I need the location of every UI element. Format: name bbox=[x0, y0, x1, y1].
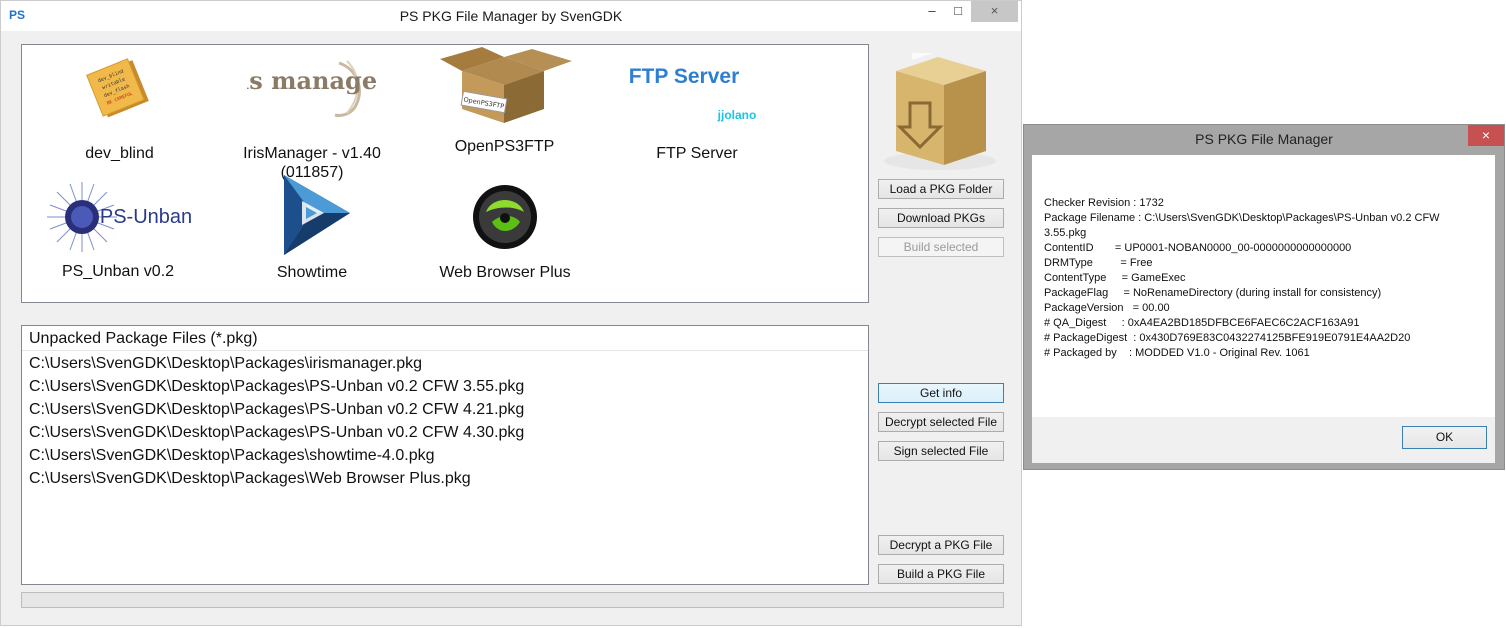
showtime-logo bbox=[284, 175, 350, 255]
build-pkg-file-button[interactable]: Build a PKG File bbox=[878, 564, 1004, 584]
tile-dev-blind[interactable]: dev_blind writable dev_flash BE CAREFUL … bbox=[62, 55, 177, 163]
get-info-button[interactable]: Get info bbox=[878, 383, 1004, 403]
ftp-logo-author: jjolano bbox=[717, 108, 757, 122]
list-item[interactable]: C:\Users\SvenGDK\Desktop\Packages\irisma… bbox=[29, 354, 422, 374]
list-item[interactable]: C:\Users\SvenGDK\Desktop\Packages\PS-Unb… bbox=[29, 377, 524, 397]
download-pkgs-button[interactable]: Download PKGs bbox=[878, 208, 1004, 228]
tile-label: Showtime bbox=[276, 264, 348, 281]
info-package-filename: Package Filename : C:\Users\SvenGDK\Desk… bbox=[1044, 212, 1440, 224]
tile-label: OpenPS3FTP bbox=[454, 138, 555, 155]
tile-openps3ftp[interactable]: OpenPS3FTP OpenPS3FTP bbox=[427, 47, 582, 156]
info-package-digest: # PackageDigest : 0x430D769E83C043227412… bbox=[1044, 332, 1411, 344]
tile-showtime[interactable]: Showtime bbox=[262, 173, 362, 282]
package-info-text: Checker Revision : 1732 Package Filename… bbox=[1044, 196, 1474, 361]
decrypt-pkg-file-button[interactable]: Decrypt a PKG File bbox=[878, 535, 1004, 555]
tile-label: Web Browser Plus bbox=[439, 264, 571, 281]
tile-label: PS_Unban v0.2 bbox=[61, 263, 175, 280]
iris-logo-text: Iris manager bbox=[247, 66, 377, 95]
tile-label: IrisManager - v1.40 bbox=[243, 145, 381, 162]
list-item[interactable]: C:\Users\SvenGDK\Desktop\Packages\PS-Unb… bbox=[29, 423, 524, 443]
main-window: PS PS PKG File Manager by SvenGDK – □ × … bbox=[0, 0, 1022, 626]
load-pkg-folder-button[interactable]: Load a PKG Folder bbox=[878, 179, 1004, 199]
decrypt-selected-file-button[interactable]: Decrypt selected File bbox=[878, 412, 1004, 432]
list-item[interactable]: C:\Users\SvenGDK\Desktop\Packages\Web Br… bbox=[29, 469, 471, 489]
list-item[interactable]: C:\Users\SvenGDK\Desktop\Packages\PS-Unb… bbox=[29, 400, 524, 420]
info-package-flag: PackageFlag = NoRenameDirectory (during … bbox=[1044, 287, 1382, 299]
info-content-type: ContentType = GameExec bbox=[1044, 272, 1186, 284]
dialog-title: PS PKG File Manager bbox=[1195, 131, 1333, 147]
package-box-icon bbox=[878, 38, 996, 171]
info-dialog: PS PKG File Manager × Checker Revision :… bbox=[1023, 124, 1505, 470]
web-browser-plus-logo bbox=[473, 185, 537, 249]
tile-web-browser-plus[interactable]: Web Browser Plus bbox=[430, 182, 580, 282]
open-box-icon: OpenPS3FTP bbox=[440, 47, 572, 123]
tile-label: FTP Server bbox=[656, 145, 738, 162]
tile-ps-unban[interactable]: PS-Unban PS_Unban v0.2 bbox=[42, 178, 194, 281]
maximize-button[interactable]: □ bbox=[945, 1, 971, 22]
info-qa-digest: # QA_Digest : 0xA4EA2BD185DFBCE6FAEC6C2A… bbox=[1044, 317, 1360, 329]
ftp-server-logo: FTP Server jjolano bbox=[629, 65, 757, 122]
list-header[interactable]: Unpacked Package Files (*.pkg) bbox=[22, 326, 868, 351]
info-package-filename-cont: 3.55.pkg bbox=[1044, 227, 1087, 239]
title-bar: PS PS PKG File Manager by SvenGDK – □ × bbox=[1, 1, 1021, 31]
ftp-logo-text: FTP Server bbox=[629, 65, 740, 88]
minimize-button[interactable]: – bbox=[919, 1, 945, 22]
ps-unban-logo-text: PS-Unban bbox=[100, 206, 192, 228]
dialog-body: Checker Revision : 1732 Package Filename… bbox=[1032, 155, 1495, 463]
info-content-id: ContentID = UP0001-NOBAN0000_00-00000000… bbox=[1044, 242, 1352, 254]
info-package-version: PackageVersion = 00.00 bbox=[1044, 302, 1170, 314]
tile-label: dev_blind bbox=[85, 145, 154, 162]
tile-ftp-server[interactable]: FTP Server jjolano FTP Server bbox=[622, 55, 772, 163]
homebrew-icon-panel: dev_blind writable dev_flash BE CAREFUL … bbox=[21, 44, 869, 303]
window-title: PS PKG File Manager by SvenGDK bbox=[399, 8, 623, 24]
close-button[interactable]: × bbox=[971, 1, 1018, 22]
iris-manager-logo: Iris manager bbox=[247, 60, 377, 117]
info-checker-revision: Checker Revision : 1732 bbox=[1044, 197, 1164, 209]
list-item[interactable]: C:\Users\SvenGDK\Desktop\Packages\showti… bbox=[29, 446, 435, 466]
dialog-footer: OK bbox=[1032, 417, 1495, 463]
ps-unban-logo: PS-Unban bbox=[47, 182, 192, 252]
tile-iris-manager[interactable]: Iris manager IrisManager - v1.40 (011857… bbox=[232, 55, 392, 182]
sticky-note-icon: dev_blind writable dev_flash BE CAREFUL bbox=[85, 58, 149, 118]
sign-selected-file-button[interactable]: Sign selected File bbox=[878, 441, 1004, 461]
build-selected-button[interactable]: Build selected bbox=[878, 237, 1004, 257]
info-drm-type: DRMType = Free bbox=[1044, 257, 1153, 269]
dialog-close-button[interactable]: × bbox=[1468, 125, 1504, 146]
progress-bar bbox=[21, 592, 1004, 608]
ok-button[interactable]: OK bbox=[1402, 426, 1487, 449]
package-file-list[interactable]: Unpacked Package Files (*.pkg) C:\Users\… bbox=[21, 325, 869, 585]
info-packaged-by: # Packaged by : MODDED V1.0 - Original R… bbox=[1044, 347, 1310, 359]
